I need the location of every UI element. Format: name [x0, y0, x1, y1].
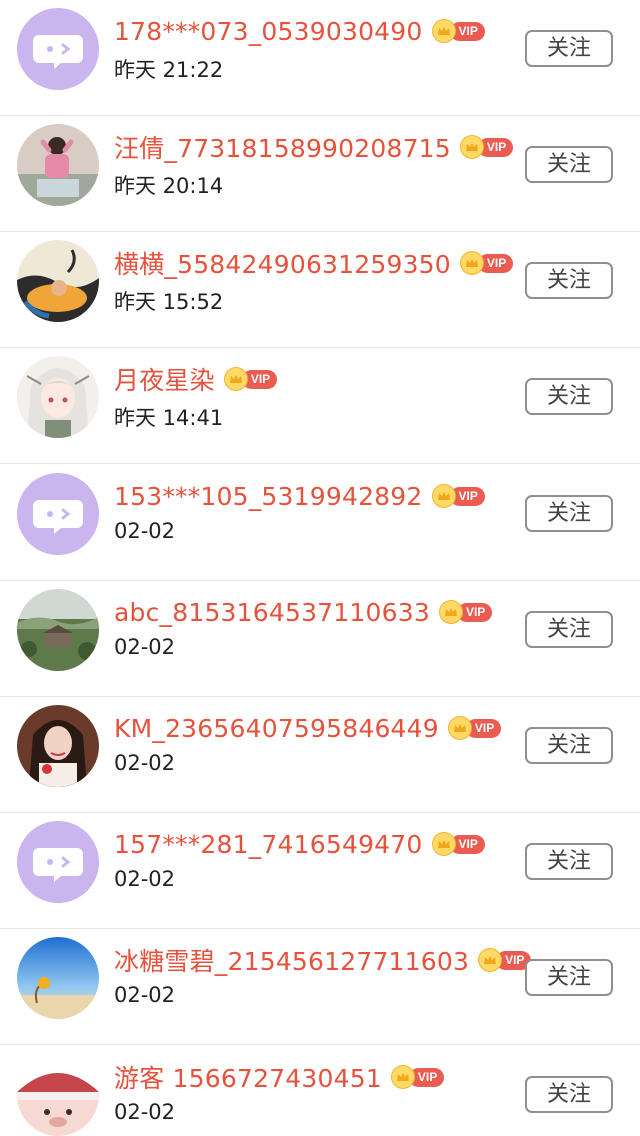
default-chat-avatar-icon: [17, 473, 99, 555]
crown-icon: [459, 135, 484, 159]
vip-badge: VIP: [431, 484, 485, 508]
avatar[interactable]: [17, 937, 99, 1019]
vip-badge: VIP: [438, 600, 493, 624]
list-item[interactable]: 157***281_7416549470 VIP 02-02 关注: [0, 813, 640, 929]
list-item[interactable]: 153***105_5319942892 VIP 02-02 关注: [0, 465, 640, 581]
username[interactable]: 157***281_7416549470: [114, 830, 423, 859]
follow-button[interactable]: 关注: [525, 262, 613, 299]
list-item[interactable]: 178***073_0539030490 VIP 昨天 21:22 关注: [0, 0, 640, 116]
username[interactable]: abc_8153164537110633: [114, 598, 430, 627]
landscape-village-avatar-icon: [17, 589, 99, 671]
crown-icon: [459, 251, 484, 275]
follow-button[interactable]: 关注: [525, 378, 613, 415]
vip-badge: VIP: [459, 251, 514, 275]
santa-face-avatar-icon: [17, 1054, 99, 1136]
avatar[interactable]: [17, 705, 99, 787]
avatar[interactable]: [17, 473, 99, 555]
username[interactable]: 汪倩_7731815899020871​5: [114, 129, 451, 165]
vip-badge: VIP: [390, 1065, 445, 1089]
divider: [0, 463, 640, 464]
beach-sky-avatar-icon: [17, 937, 99, 1019]
list-item[interactable]: 冰糖雪碧_215456127711603 VIP 02-02 关注: [0, 929, 640, 1045]
timestamp: 昨天 14:41: [114, 406, 224, 430]
crown-icon: [431, 484, 456, 508]
username[interactable]: 153***105_5319942892: [114, 482, 423, 511]
timestamp: 昨天 21:22: [114, 58, 224, 82]
list-item[interactable]: abc_8153164537110633 VIP 02-02 关注: [0, 581, 640, 697]
crown-icon: [431, 19, 456, 43]
avatar[interactable]: [17, 1054, 99, 1136]
vip-badge: VIP: [431, 832, 485, 856]
timestamp: 02-02: [114, 867, 176, 891]
avatar[interactable]: [17, 240, 99, 322]
follow-button[interactable]: 关注: [525, 1076, 613, 1113]
crown-icon: [223, 367, 248, 391]
list-item[interactable]: 月夜星染 VIP 昨天 14:41 关注: [0, 348, 640, 464]
avatar[interactable]: [17, 124, 99, 206]
avatar[interactable]: [17, 8, 99, 90]
follow-button[interactable]: 关注: [525, 495, 613, 532]
timestamp: 02-02: [114, 635, 176, 659]
follow-button[interactable]: 关注: [525, 843, 613, 880]
vip-badge: VIP: [223, 367, 278, 391]
crown-icon: [431, 832, 456, 856]
photo-woman-avatar-icon: [17, 705, 99, 787]
timestamp: 昨天 15:52: [114, 290, 224, 314]
default-chat-avatar-icon: [17, 8, 99, 90]
list-item[interactable]: KM_23656407595846449 VIP 02-02 关注: [0, 697, 640, 813]
avatar[interactable]: [17, 821, 99, 903]
follow-list: 178***073_0539030490 VIP 昨天 21:22 关注 汪倩_…: [0, 0, 640, 1136]
username[interactable]: 冰糖雪碧_215456127711603: [114, 942, 469, 978]
username[interactable]: KM_23656407595846449: [114, 714, 439, 743]
divider: [0, 1044, 640, 1045]
username[interactable]: 游客 1566727430451: [114, 1059, 382, 1095]
list-item[interactable]: 汪倩_7731815899020871​5 VIP 昨天 20:14 关注: [0, 116, 640, 232]
follow-button[interactable]: 关注: [525, 30, 613, 67]
follow-button[interactable]: 关注: [525, 959, 613, 996]
crown-icon: [447, 716, 472, 740]
timestamp: 昨天 20:14: [114, 174, 224, 198]
follow-button[interactable]: 关注: [525, 146, 613, 183]
timestamp: 02-02: [114, 983, 176, 1007]
crown-icon: [390, 1065, 415, 1089]
list-item[interactable]: 游客 1566727430451 VIP 02-02 关注: [0, 1046, 640, 1136]
default-chat-avatar-icon: [17, 821, 99, 903]
vip-badge: VIP: [447, 716, 502, 740]
username[interactable]: 横横_55842490631259350: [114, 245, 451, 281]
vip-badge: VIP: [478, 948, 532, 972]
anime-girl-avatar-icon: [17, 356, 99, 438]
list-item[interactable]: 横横_55842490631259350 VIP 昨天 15:52 关注: [0, 232, 640, 348]
photo-child-avatar-icon: [17, 124, 99, 206]
follow-button[interactable]: 关注: [525, 611, 613, 648]
vip-badge: VIP: [431, 19, 485, 43]
timestamp: 02-02: [114, 1100, 176, 1124]
crown-icon: [478, 948, 503, 972]
avatar[interactable]: [17, 356, 99, 438]
vip-badge: VIP: [459, 135, 514, 159]
follow-button[interactable]: 关注: [525, 727, 613, 764]
username[interactable]: 178***073_0539030490: [114, 17, 423, 46]
crown-icon: [438, 600, 463, 624]
timestamp: 02-02: [114, 751, 176, 775]
timestamp: 02-02: [114, 519, 176, 543]
illustration-pool-avatar-icon: [17, 240, 99, 322]
avatar[interactable]: [17, 589, 99, 671]
username[interactable]: 月夜星染: [114, 361, 215, 397]
